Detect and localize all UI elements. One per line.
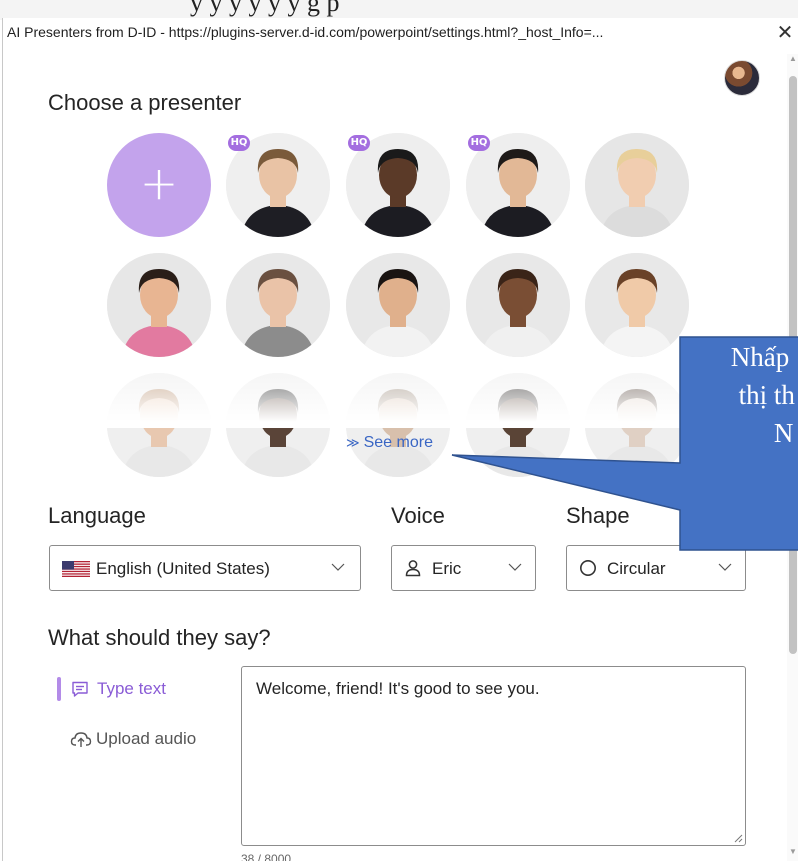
what-should-they-say-title: What should they say? xyxy=(48,625,271,650)
presenter-portrait xyxy=(585,133,689,237)
dialog-title: AI Presenters from D-ID - https://plugin… xyxy=(7,24,604,40)
presenter-option[interactable] xyxy=(585,133,689,237)
presenter-portrait xyxy=(226,253,330,357)
circle-shape-icon xyxy=(580,560,596,576)
active-tab-indicator xyxy=(57,677,61,701)
person-icon xyxy=(405,560,421,577)
choose-presenter-title: Choose a presenter xyxy=(48,90,242,115)
presenter-portrait xyxy=(226,373,330,477)
close-button[interactable]: ✕ xyxy=(773,20,797,46)
background-slide-text: y y y y y y g p xyxy=(190,0,340,17)
us-flag-icon xyxy=(62,561,90,577)
script-text-value: Welcome, friend! It's good to see you. xyxy=(256,679,540,698)
language-label: Language xyxy=(48,503,146,528)
shape-value: Circular xyxy=(607,559,666,578)
presenter-option[interactable] xyxy=(466,373,570,477)
see-more-link[interactable]: ≫ See more xyxy=(346,434,433,452)
presenter-portrait xyxy=(585,253,689,357)
voice-value: Eric xyxy=(432,559,462,578)
user-avatar[interactable] xyxy=(724,60,760,96)
background-slide-strip: y y y y y y g p xyxy=(0,0,798,20)
presenter-portrait xyxy=(346,373,450,477)
presenter-option[interactable] xyxy=(226,253,330,357)
text-bubble-icon xyxy=(72,681,88,697)
presenter-option[interactable] xyxy=(107,253,211,357)
cloud-upload-icon xyxy=(70,732,92,747)
presenter-portrait xyxy=(466,373,570,477)
character-count: 38 / 8000 xyxy=(241,852,292,861)
tab-type-text-label: Type text xyxy=(97,679,166,698)
vertical-scrollbar[interactable]: ▲ ▼ xyxy=(787,54,798,861)
voice-label: Voice xyxy=(391,503,445,528)
presenter-option[interactable] xyxy=(346,373,450,477)
presenter-option[interactable] xyxy=(585,373,689,477)
presenter-portrait xyxy=(585,373,689,477)
scroll-down-arrow-icon[interactable]: ▼ xyxy=(788,847,798,859)
presenter-option[interactable] xyxy=(107,373,211,477)
script-textarea[interactable]: Welcome, friend! It's good to see you. xyxy=(241,666,746,846)
plus-icon: + xyxy=(139,156,179,210)
shape-label: Shape xyxy=(566,503,630,528)
presenter-option[interactable] xyxy=(466,253,570,357)
language-dropdown[interactable]: English (United States) xyxy=(49,545,361,591)
voice-dropdown[interactable]: Eric xyxy=(391,545,536,591)
chevron-down-icon xyxy=(508,563,522,571)
callout-text: Nhấp thị th N xyxy=(730,342,795,448)
dialog-titlebar: AI Presenters from D-ID - https://plugin… xyxy=(3,18,798,48)
add-presenter-button[interactable]: + xyxy=(107,133,211,237)
tab-upload-audio-label: Upload audio xyxy=(96,729,197,748)
chevron-down-icon xyxy=(331,563,345,571)
presenter-portrait xyxy=(466,253,570,357)
presenter-portrait xyxy=(346,253,450,357)
hq-badge: HQ xyxy=(348,135,370,151)
presenter-option[interactable] xyxy=(226,373,330,477)
language-value: English (United States) xyxy=(96,559,270,578)
hq-badge: HQ xyxy=(228,135,250,151)
shape-dropdown[interactable]: Circular xyxy=(566,545,746,591)
hq-badge: HQ xyxy=(468,135,490,151)
see-more-label: See more xyxy=(363,434,433,451)
scroll-up-arrow-icon[interactable]: ▲ xyxy=(788,54,798,66)
presenter-option[interactable] xyxy=(346,253,450,357)
presenter-portrait xyxy=(107,373,211,477)
resize-grip-icon[interactable] xyxy=(733,833,743,843)
chevron-down-icon xyxy=(718,563,732,571)
presenter-option[interactable] xyxy=(585,253,689,357)
presenter-portrait xyxy=(107,253,211,357)
chevron-double-down-icon: ≫ xyxy=(346,435,360,450)
